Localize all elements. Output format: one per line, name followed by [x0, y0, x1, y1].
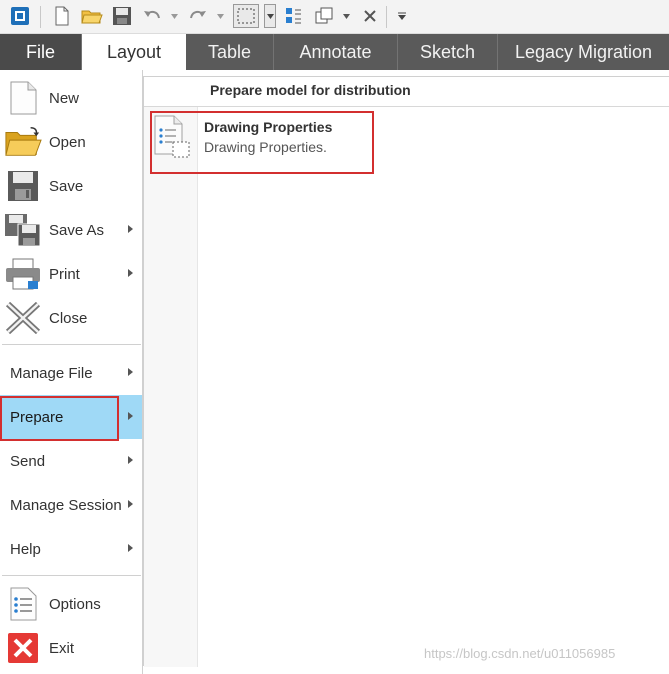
- menu-label-save: Save: [49, 177, 84, 195]
- save-icon[interactable]: [110, 4, 134, 28]
- menu-label-save-as: Save As: [49, 221, 105, 239]
- menu-label-close: Close: [49, 309, 88, 327]
- submenu-arrow-icon: [128, 225, 133, 233]
- select-dropdown-icon[interactable]: [264, 4, 276, 28]
- save-as-icon: [4, 212, 42, 248]
- close-x-icon: [4, 300, 42, 336]
- tab-file[interactable]: File: [0, 34, 82, 70]
- menu-divider: [2, 575, 141, 576]
- watermark: https://blog.csdn.net/u011056985: [424, 646, 616, 661]
- tab-annotate[interactable]: Annotate: [274, 34, 398, 70]
- menu-label-manage-file: Manage File: [10, 364, 93, 382]
- options-list-icon: [4, 586, 42, 622]
- redo-dropdown-icon[interactable]: [216, 12, 224, 20]
- open-folder-icon: [4, 124, 42, 160]
- exit-red-x-icon: [4, 630, 42, 666]
- app-icon[interactable]: [8, 4, 32, 28]
- drawing-properties-highlight-box: [150, 111, 374, 174]
- undo-dropdown-icon[interactable]: [170, 12, 178, 20]
- prepare-highlight-box: [0, 396, 119, 441]
- menu-divider: [2, 344, 141, 345]
- submenu-arrow-icon: [128, 544, 133, 552]
- windows-icon[interactable]: [312, 4, 336, 28]
- menu-item-print[interactable]: Print: [0, 252, 142, 296]
- menu-item-close[interactable]: Close: [0, 296, 142, 340]
- new-icon[interactable]: [50, 4, 74, 28]
- submenu-arrow-icon: [128, 500, 133, 508]
- menu-label-print: Print: [49, 265, 80, 283]
- menu-item-new[interactable]: New: [0, 76, 142, 120]
- regenerate-icon[interactable]: [282, 4, 306, 28]
- menu-label-exit: Exit: [49, 639, 75, 657]
- menu-item-manage-file[interactable]: Manage File: [0, 351, 142, 395]
- panel-title: Prepare model for distribution: [210, 82, 411, 98]
- new-file-icon: [4, 80, 42, 116]
- menu-item-exit[interactable]: Exit: [0, 626, 142, 670]
- menu-item-options[interactable]: Options: [0, 582, 142, 626]
- quick-access-toolbar: [0, 0, 669, 34]
- panel-icon-gutter: [144, 107, 198, 667]
- tab-legacy-migration[interactable]: Legacy Migration: [498, 34, 669, 70]
- redo-icon[interactable]: [186, 4, 210, 28]
- submenu-arrow-icon: [128, 412, 133, 420]
- submenu-arrow-icon: [128, 269, 133, 277]
- submenu-arrow-icon: [128, 456, 133, 464]
- menu-label-send: Send: [10, 452, 46, 470]
- submenu-arrow-icon: [128, 368, 133, 376]
- menu-item-help[interactable]: Help: [0, 527, 142, 571]
- menu-label-help: Help: [10, 540, 41, 558]
- menu-label-new: New: [49, 89, 80, 107]
- file-menu: New Open Save Save As Print Close Manage…: [0, 70, 143, 674]
- close-window-icon[interactable]: [358, 4, 382, 28]
- menu-label-options: Options: [49, 595, 101, 613]
- menu-label-manage-session: Manage Session: [10, 496, 122, 514]
- menu-item-save[interactable]: Save: [0, 164, 142, 208]
- save-icon: [4, 168, 42, 204]
- tab-layout[interactable]: Layout: [82, 34, 186, 70]
- menu-item-send[interactable]: Send: [0, 439, 142, 483]
- tab-sketch[interactable]: Sketch: [398, 34, 498, 70]
- tab-table[interactable]: Table: [186, 34, 274, 70]
- printer-icon: [4, 256, 42, 292]
- windows-dropdown-icon[interactable]: [342, 12, 350, 20]
- prepare-panel: Prepare model for distribution Drawing P…: [143, 76, 669, 667]
- ribbon-tab-bar: File Layout Table Annotate Sketch Legacy…: [0, 34, 669, 70]
- select-box-icon[interactable]: [233, 4, 259, 28]
- menu-item-save-as[interactable]: Save As: [0, 208, 142, 252]
- undo-icon[interactable]: [140, 4, 164, 28]
- menu-item-open[interactable]: Open: [0, 120, 142, 164]
- menu-item-manage-session[interactable]: Manage Session: [0, 483, 142, 527]
- panel-header: Prepare model for distribution: [144, 77, 669, 107]
- menu-label-open: Open: [49, 133, 86, 151]
- customize-icon[interactable]: [390, 4, 414, 28]
- open-icon[interactable]: [80, 4, 104, 28]
